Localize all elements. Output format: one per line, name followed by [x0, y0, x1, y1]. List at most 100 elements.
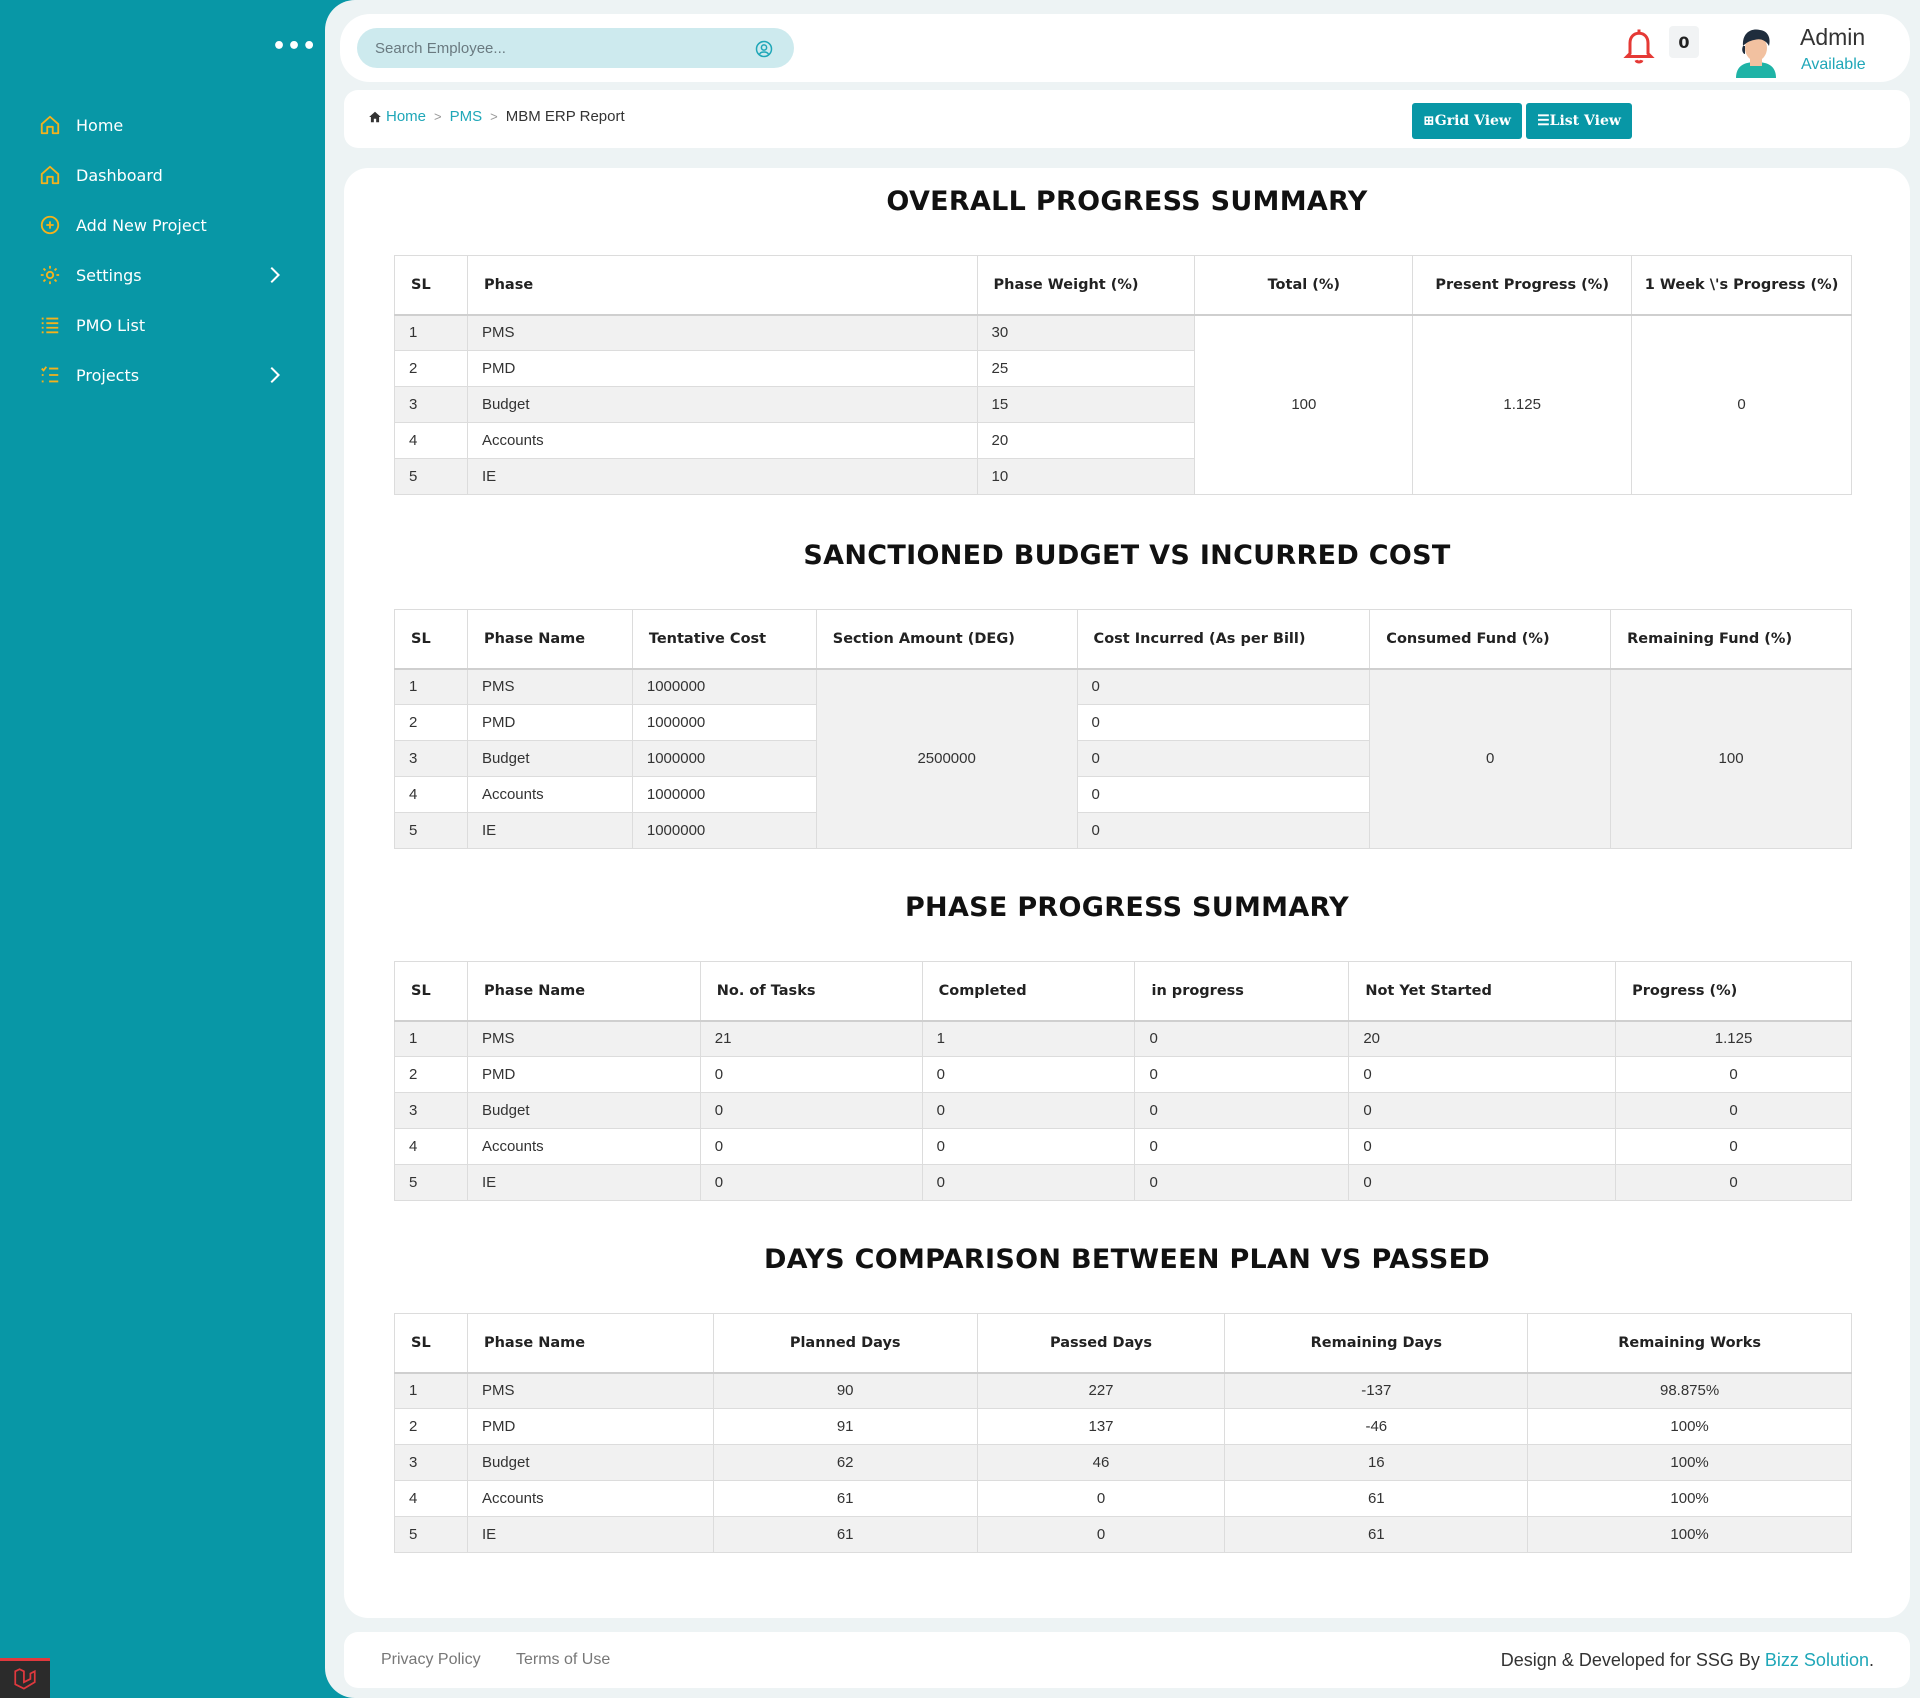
cell-tasks: 0 [699, 1128, 923, 1165]
column-header: Remaining Works [1527, 1313, 1852, 1374]
cell-planned-days: 91 [712, 1408, 978, 1445]
cell-phase: IE [466, 458, 978, 495]
bell-icon[interactable] [1621, 26, 1657, 66]
avatar[interactable] [1730, 20, 1782, 78]
breadcrumb-pms-link[interactable]: PMS [450, 108, 483, 125]
table-header-row: SL Phase Name No. of Tasks Completed in … [394, 961, 1852, 1022]
sidebar-item-dashboard[interactable]: Dashboard [0, 150, 325, 200]
cell-cost-incurred: 0 [1076, 776, 1371, 813]
terms-of-use-link[interactable]: Terms of Use [516, 1651, 610, 1669]
cell-cost-incurred: 0 [1076, 704, 1371, 741]
sidebar-item-add-new-project[interactable]: Add New Project [0, 200, 325, 250]
sidebar-nav: Home Dashboard Add New Project Settings [0, 100, 325, 400]
search-user-icon[interactable] [755, 40, 773, 58]
cell-not-started: 0 [1348, 1056, 1617, 1093]
notification-count-badge[interactable]: 0 [1669, 26, 1699, 58]
column-header: SL [394, 1313, 468, 1374]
cell-weight: 30 [976, 314, 1196, 351]
sidebar: ••• Home Dashboard Add New Project Setti… [0, 0, 325, 1698]
cell-sl: 5 [394, 458, 468, 495]
footer-credit-end: . [1868, 1650, 1874, 1670]
cell-phase: PMS [466, 314, 978, 351]
user-name[interactable]: Admin [1800, 24, 1865, 51]
column-header: Not Yet Started [1348, 961, 1617, 1022]
cell-in-progress: 0 [1134, 1056, 1350, 1093]
cell-remaining-days: 61 [1224, 1480, 1529, 1517]
cell-phase: Budget [466, 1092, 701, 1129]
cell-completed: 0 [921, 1092, 1136, 1129]
cell-phase: PMD [466, 350, 978, 387]
cell-phase: IE [466, 1164, 701, 1201]
cell-sl: 1 [394, 1372, 468, 1409]
table-row: 5 IE 0 0 0 0 0 [394, 1164, 1852, 1201]
cell-section-amount: 2500000 [815, 668, 1078, 849]
cell-progress: 0 [1615, 1128, 1852, 1165]
cell-sl: 5 [394, 812, 468, 849]
cell-phase: PMS [466, 1372, 714, 1409]
column-header: Tentative Cost [631, 609, 817, 670]
cell-phase: Budget [466, 1444, 714, 1481]
bizz-solution-link[interactable]: Bizz Solution [1765, 1650, 1869, 1670]
home-icon [38, 163, 62, 187]
chevron-right-icon [263, 364, 285, 386]
sidebar-item-settings[interactable]: Settings [0, 250, 325, 300]
column-header: 1 Week \'s Progress (%) [1631, 255, 1852, 316]
privacy-policy-link[interactable]: Privacy Policy [381, 1651, 481, 1669]
budget-table: SL Phase Name Tentative Cost Section Amo… [394, 609, 1852, 849]
grid-view-button[interactable]: ⊞Grid View [1412, 103, 1522, 139]
cell-phase: IE [466, 1516, 714, 1553]
table-row: 1 PMS 30 100 1.125 0 [394, 314, 1852, 495]
sidebar-item-home[interactable]: Home [0, 100, 325, 150]
cell-tasks: 0 [699, 1056, 923, 1093]
cell-sl: 4 [394, 1128, 468, 1165]
column-header: Total (%) [1194, 255, 1414, 316]
cell-cost-incurred: 0 [1076, 740, 1371, 777]
column-header: Remaining Fund (%) [1610, 609, 1852, 670]
column-header: Remaining Days [1224, 1313, 1529, 1374]
cell-progress: 0 [1615, 1056, 1852, 1093]
list-view-button[interactable]: ☰List View [1526, 103, 1632, 139]
cell-phase: Accounts [466, 1128, 701, 1165]
column-header: SL [394, 255, 468, 316]
menu-dots-button[interactable]: ••• [272, 34, 317, 59]
cell-progress: 0 [1615, 1164, 1852, 1201]
cell-phase: PMD [466, 1056, 701, 1093]
table-row: 1 PMS 21 1 0 20 1.125 [394, 1020, 1852, 1057]
cell-in-progress: 0 [1134, 1164, 1350, 1201]
cell-not-started: 0 [1348, 1092, 1617, 1129]
top-bar: 0 Admin Available [340, 14, 1910, 82]
cell-remaining-days: 16 [1224, 1444, 1529, 1481]
table-row: 3 Budget 62 46 16 100% [394, 1444, 1852, 1481]
phase-progress-table: SL Phase Name No. of Tasks Completed in … [394, 961, 1852, 1201]
laravel-debug-icon[interactable] [0, 1658, 50, 1698]
column-header: Phase Name [466, 609, 633, 670]
table-row: 4 Accounts 61 0 61 100% [394, 1480, 1852, 1517]
sidebar-item-pmo-list[interactable]: PMO List [0, 300, 325, 350]
sidebar-item-projects[interactable]: Projects [0, 350, 325, 400]
cell-tentative-cost: 1000000 [631, 740, 817, 777]
cell-week-progress: 0 [1631, 314, 1852, 495]
sidebar-item-label: PMO List [76, 315, 146, 335]
table-header-row: SL Phase Phase Weight (%) Total (%) Pres… [394, 255, 1852, 316]
cell-remaining-works: 100% [1527, 1444, 1852, 1481]
breadcrumb-home-link[interactable]: Home [386, 108, 426, 125]
table-row: 2 PMD 91 137 -46 100% [394, 1408, 1852, 1445]
cell-sl: 4 [394, 1480, 468, 1517]
chevron-right-icon [263, 264, 285, 286]
cell-cost-incurred: 0 [1076, 668, 1371, 705]
column-header: Consumed Fund (%) [1369, 609, 1612, 670]
sidebar-item-label: Home [76, 115, 124, 135]
cell-phase: Accounts [466, 422, 978, 459]
column-header: SL [394, 609, 468, 670]
chevron-right-icon: > [490, 109, 498, 124]
cell-passed-days: 0 [976, 1480, 1226, 1517]
cell-progress: 0 [1615, 1092, 1852, 1129]
cell-sl: 2 [394, 1056, 468, 1093]
cell-not-started: 20 [1348, 1020, 1617, 1057]
cell-remaining-works: 98.875% [1527, 1372, 1852, 1409]
search-input[interactable] [357, 28, 794, 68]
cell-phase: Budget [466, 386, 978, 423]
cell-tentative-cost: 1000000 [631, 704, 817, 741]
cell-sl: 3 [394, 386, 468, 423]
chevron-right-icon: > [434, 109, 442, 124]
